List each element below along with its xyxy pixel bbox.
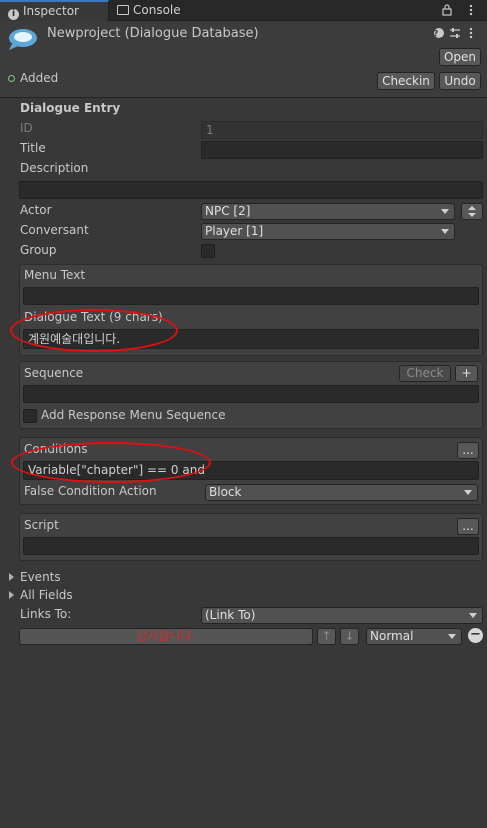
sequence-label: Sequence bbox=[24, 366, 84, 380]
info-icon: i bbox=[8, 9, 19, 20]
false-condition-dropdown[interactable]: Block bbox=[205, 484, 478, 501]
conditions-wizard-button[interactable]: ... bbox=[457, 442, 479, 459]
help-icon[interactable]: ? bbox=[434, 28, 445, 38]
remove-link-button[interactable]: − bbox=[468, 628, 483, 643]
checkin-button[interactable]: Checkin bbox=[377, 72, 435, 90]
all-fields-foldout[interactable]: All Fields bbox=[20, 588, 73, 602]
tab-inspector-label: Inspector bbox=[23, 4, 79, 18]
sequence-field[interactable] bbox=[23, 385, 479, 403]
more-options-icon[interactable] bbox=[469, 27, 473, 39]
actor-dropdown[interactable]: NPC [2] bbox=[201, 203, 455, 220]
move-link-up-button[interactable]: ↑ bbox=[317, 628, 336, 645]
all-fields-foldout-icon[interactable] bbox=[9, 591, 14, 599]
lock-icon[interactable] bbox=[441, 3, 481, 17]
conversant-label: Conversant bbox=[20, 223, 89, 237]
link-priority-dropdown[interactable]: Normal bbox=[366, 628, 462, 645]
add-response-checkbox[interactable] bbox=[23, 409, 37, 423]
tab-console[interactable]: Console bbox=[109, 0, 199, 21]
script-label: Script bbox=[24, 518, 59, 532]
script-wizard-button[interactable]: ... bbox=[457, 518, 479, 535]
chevron-down-icon bbox=[441, 209, 449, 214]
chevron-down-icon bbox=[464, 490, 472, 495]
id-label: ID bbox=[20, 121, 33, 135]
move-link-down-button[interactable]: ↓ bbox=[340, 628, 359, 645]
conditions-value: Variable["chapter"] == 0 and bbox=[28, 463, 205, 477]
description-field[interactable] bbox=[19, 181, 483, 199]
svg-text:?: ? bbox=[434, 29, 445, 38]
linked-entry-button[interactable]: 감사합니다. bbox=[19, 628, 313, 645]
actor-sort-button[interactable] bbox=[461, 203, 483, 220]
false-condition-value: Block bbox=[209, 485, 242, 499]
open-button[interactable]: Open bbox=[439, 48, 481, 66]
header-icons[interactable]: ? bbox=[433, 26, 479, 43]
id-field: 1 bbox=[201, 121, 483, 139]
links-to-dropdown[interactable]: (Link To) bbox=[201, 607, 483, 624]
preset-icon[interactable] bbox=[450, 28, 460, 38]
dialogue-text-field[interactable]: 계원예술대입니다. bbox=[23, 329, 479, 349]
tab-console-label: Console bbox=[133, 3, 181, 17]
chevron-down-icon bbox=[441, 229, 449, 234]
check-button[interactable]: Check bbox=[399, 365, 451, 382]
conditions-field[interactable]: Variable["chapter"] == 0 and bbox=[23, 461, 479, 480]
tab-inspector[interactable]: i Inspector bbox=[0, 0, 109, 21]
group-label: Group bbox=[20, 243, 57, 257]
undo-button[interactable]: Undo bbox=[439, 72, 481, 90]
status-added-label: Added bbox=[20, 71, 59, 85]
dialogue-text-value: 계원예술대입니다. bbox=[28, 332, 121, 346]
links-to-value: (Link To) bbox=[205, 608, 256, 622]
events-foldout-icon[interactable] bbox=[9, 573, 14, 581]
actor-label: Actor bbox=[20, 203, 52, 217]
description-label: Description bbox=[20, 161, 89, 175]
title-label: Title bbox=[20, 141, 46, 155]
dialogue-system-logo-icon bbox=[9, 29, 37, 50]
tab-menu-icons[interactable] bbox=[441, 3, 481, 20]
up-down-arrows-icon bbox=[468, 206, 476, 217]
link-priority-value: Normal bbox=[370, 629, 414, 643]
section-title: Dialogue Entry bbox=[20, 101, 121, 115]
conversant-dropdown[interactable]: Player [1] bbox=[201, 223, 455, 240]
events-foldout[interactable]: Events bbox=[20, 570, 61, 584]
script-field[interactable] bbox=[23, 537, 479, 555]
added-status-icon bbox=[8, 75, 15, 82]
console-icon bbox=[117, 5, 129, 15]
menu-text-label: Menu Text bbox=[24, 268, 86, 282]
links-to-label: Links To: bbox=[20, 607, 72, 621]
id-value: 1 bbox=[206, 123, 214, 137]
dialogue-text-label: Dialogue Text (9 chars) bbox=[24, 310, 163, 324]
conditions-label: Conditions bbox=[24, 442, 88, 456]
chevron-down-icon bbox=[448, 634, 456, 639]
add-response-label: Add Response Menu Sequence bbox=[41, 408, 226, 422]
actor-value: NPC [2] bbox=[205, 204, 251, 218]
group-checkbox[interactable] bbox=[201, 244, 215, 258]
false-condition-label: False Condition Action bbox=[24, 484, 157, 498]
chevron-down-icon bbox=[469, 613, 477, 618]
menu-text-field[interactable] bbox=[23, 287, 479, 305]
conversant-value: Player [1] bbox=[205, 224, 264, 238]
page-title: Newproject (Dialogue Database) bbox=[47, 26, 259, 41]
title-field[interactable] bbox=[201, 141, 483, 159]
add-sequence-button[interactable]: + bbox=[455, 365, 478, 382]
